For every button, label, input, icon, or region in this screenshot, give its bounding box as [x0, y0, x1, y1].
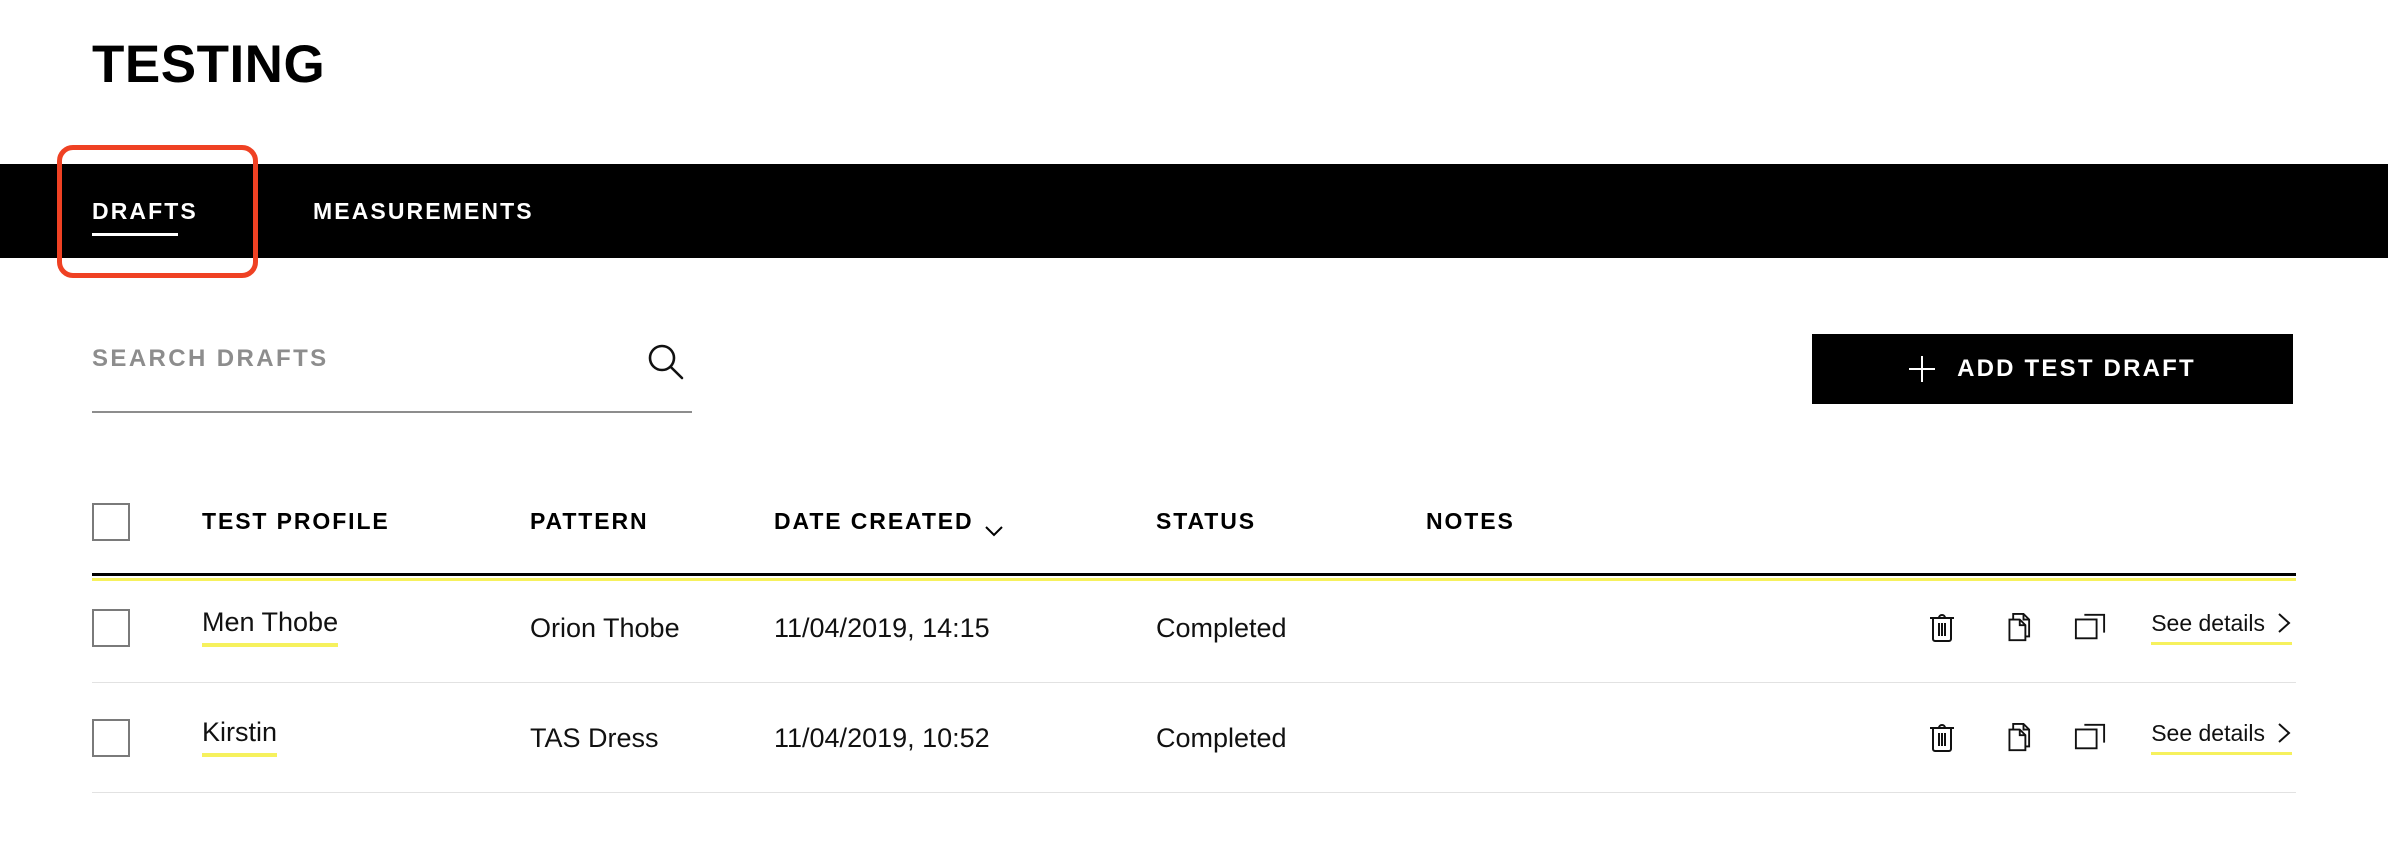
tab-measurements-label: MEASUREMENTS: [313, 197, 534, 224]
row-cell-pattern: Orion Thobe: [530, 612, 680, 643]
copy-documents-icon: [2001, 611, 2031, 646]
row-cell-status: Completed: [1156, 722, 1287, 753]
search-underline: [92, 411, 692, 413]
row-checkbox[interactable]: [92, 609, 130, 647]
page-title: TESTING: [92, 35, 326, 94]
layers-icon: [2074, 612, 2106, 645]
header-cell-checkbox: [92, 502, 202, 541]
clone-draft-button[interactable]: [2053, 600, 2127, 656]
search-container: [92, 345, 692, 413]
header-label-status: STATUS: [1156, 508, 1256, 534]
row-cell-checkbox: [92, 719, 202, 757]
row-cell-pattern: TAS Dress: [530, 722, 659, 753]
row-cell-checkbox: [92, 609, 202, 647]
add-test-draft-button[interactable]: ADD TEST DRAFT: [1812, 334, 2293, 404]
trash-icon: [1928, 721, 1956, 756]
header-label-date-created: DATE CREATED: [774, 508, 974, 534]
header-cell-pattern[interactable]: PATTERN: [530, 508, 774, 535]
row-cell-test-profile: Men Thobe: [202, 609, 530, 647]
header-cell-test-profile[interactable]: TEST PROFILE: [202, 508, 530, 535]
see-details-label: See details: [2151, 609, 2265, 636]
header-label-test-profile: TEST PROFILE: [202, 508, 390, 534]
trash-icon: [1928, 611, 1956, 646]
layers-icon: [2074, 722, 2106, 755]
header-label-pattern: PATTERN: [530, 508, 649, 534]
chevron-down-icon[interactable]: [984, 516, 1004, 536]
search-icon[interactable]: [645, 342, 685, 382]
tab-active-indicator: [92, 233, 178, 236]
see-details-link[interactable]: See details: [2151, 719, 2292, 755]
row-cell-actions: See details: [1716, 710, 2296, 766]
tab-measurements[interactable]: MEASUREMENTS: [313, 164, 534, 258]
header-label-notes: NOTES: [1426, 508, 1515, 534]
row-cell-status: Completed: [1156, 612, 1287, 643]
drafts-table: TEST PROFILE PATTERN DATE CREATED STATUS…: [92, 470, 2296, 793]
chevron-right-icon: [2277, 612, 2292, 634]
delete-draft-button[interactable]: [1905, 600, 1979, 656]
search-input[interactable]: [92, 345, 692, 409]
test-profile-link[interactable]: Kirstin: [202, 719, 278, 757]
row-cell-date-created: 11/04/2019, 10:52: [774, 722, 990, 753]
row-cell-test-profile: Kirstin: [202, 719, 530, 757]
row-divider: [92, 792, 2296, 793]
header-cell-date-created[interactable]: DATE CREATED: [774, 508, 1156, 536]
see-details-link[interactable]: See details: [2151, 609, 2292, 645]
row-cell-actions: See details: [1716, 600, 2296, 656]
duplicate-draft-button[interactable]: [1979, 710, 2053, 766]
delete-draft-button[interactable]: [1905, 710, 1979, 766]
add-test-draft-label: ADD TEST DRAFT: [1957, 355, 2196, 382]
select-all-checkbox[interactable]: [92, 502, 130, 541]
page-root: TESTING DRAFTS MEASUREMENTS ADD TEST DRA…: [0, 0, 2388, 864]
tab-drafts-label: DRAFTS: [92, 197, 198, 224]
chevron-right-icon: [2277, 722, 2292, 744]
see-details-label: See details: [2151, 719, 2265, 746]
copy-documents-icon: [2001, 721, 2031, 756]
header-cell-status[interactable]: STATUS: [1156, 508, 1426, 535]
header-cell-notes[interactable]: NOTES: [1426, 508, 1716, 535]
duplicate-draft-button[interactable]: [1979, 600, 2053, 656]
tab-drafts[interactable]: DRAFTS: [92, 164, 198, 258]
tab-bar: DRAFTS MEASUREMENTS: [0, 164, 2388, 258]
table-header-row: TEST PROFILE PATTERN DATE CREATED STATUS…: [92, 470, 2296, 581]
clone-draft-button[interactable]: [2053, 710, 2127, 766]
table-row: Men Thobe Orion Thobe 11/04/2019, 14:15 …: [92, 573, 2296, 683]
row-checkbox[interactable]: [92, 719, 130, 757]
table-row: Kirstin TAS Dress 11/04/2019, 10:52 Comp…: [92, 683, 2296, 793]
row-cell-date-created: 11/04/2019, 14:15: [774, 612, 990, 643]
plus-icon: [1909, 356, 1936, 382]
test-profile-link[interactable]: Men Thobe: [202, 609, 339, 647]
